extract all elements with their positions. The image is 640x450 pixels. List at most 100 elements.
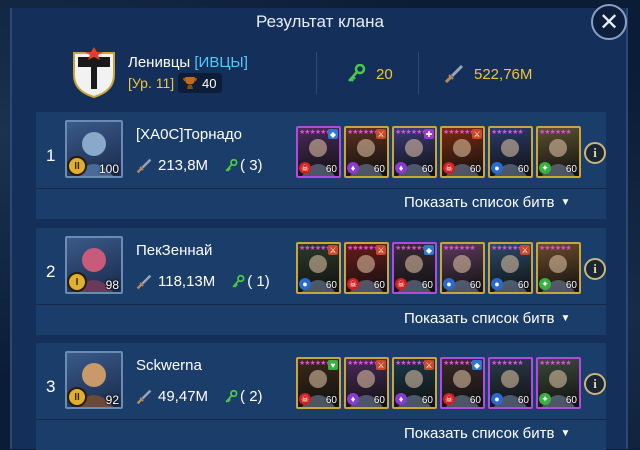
spirit-affinity-icon: ✦	[539, 162, 551, 174]
champion-card[interactable]: ★★★★★★ ● 60	[440, 242, 485, 294]
attack-role-icon: ⚔	[328, 245, 338, 255]
trophy-icon	[183, 77, 197, 89]
champion-card[interactable]: ★★★★★★ ◆ ☠ 60	[392, 242, 437, 294]
clan-tag: [ИВЦЫ]	[194, 54, 248, 71]
trophy-badge: 40	[178, 73, 223, 93]
player-name: Sckwerna	[136, 357, 202, 374]
champion-card[interactable]: ★★★★★★ ⚔ ● 60	[296, 242, 341, 294]
star-rating-icon: ★★★★★★	[443, 245, 476, 252]
star-rating-icon: ★★★★★★	[299, 129, 332, 136]
show-battles-button[interactable]: Показать список битв ▼	[404, 194, 570, 211]
show-battles-label: Показать список битв	[404, 194, 555, 211]
attack-role-icon: ⚔	[376, 360, 386, 370]
attack-role-icon: ⚔	[424, 360, 434, 370]
info-icon: i	[593, 145, 597, 160]
champion-card[interactable]: ★★★★★★ ◆ ☠ 60	[296, 126, 341, 178]
champion-card[interactable]: ★★★★★★ ✦ 60	[536, 357, 581, 409]
champion-card[interactable]: ★★★★★★ ⚔ ♦ 60	[344, 357, 389, 409]
player-name: [XA0C]Торнадо	[136, 126, 242, 143]
champion-level: 60	[325, 395, 337, 406]
champion-card[interactable]: ★★★★★★ ⚔ ☠ 60	[344, 242, 389, 294]
champion-level: 60	[517, 164, 529, 175]
player-keys: ( 1)	[221, 273, 270, 290]
champion-card[interactable]: ★★★★★★ ✦ 60	[536, 126, 581, 178]
champion-card[interactable]: ★★★★★★ ⚔ ♦ 60	[344, 126, 389, 178]
void-affinity-icon: ♦	[347, 162, 359, 174]
attack-role-icon: ⚔	[520, 245, 530, 255]
clan-level: [Ур. 11]	[128, 75, 175, 91]
key-icon	[225, 158, 238, 172]
info-button[interactable]: i	[584, 142, 606, 164]
star-rating-icon: ★★★★★★	[491, 245, 524, 252]
champion-team: ★★★★★★ ◆ ☠ 60 ★★★★★★ ⚔ ♦ 60 ★★★★★★ ✚ ♦ 6…	[296, 126, 581, 178]
champion-card[interactable]: ★★★★★★ ⚔ ♦ 60	[392, 357, 437, 409]
clan-summary: Ленивцы [ИВЦЫ] [Ур. 11] 40 20 522,76M	[60, 44, 612, 102]
champion-card[interactable]: ★★★★★★ ✚ ♦ 60	[392, 126, 437, 178]
force-affinity-icon: ☠	[443, 162, 455, 174]
champion-level: 60	[373, 164, 385, 175]
force-affinity-icon: ☠	[395, 278, 407, 290]
player-keys: ( 3)	[214, 157, 263, 174]
player-keys-value: ( 3)	[240, 157, 263, 174]
star-rating-icon: ★★★★★★	[443, 129, 476, 136]
sword-icon	[444, 64, 464, 84]
star-rating-icon: ★★★★★★	[395, 129, 428, 136]
star-rating-icon: ★★★★★★	[347, 129, 380, 136]
player-stats: 49,47M ( 2)	[136, 388, 263, 405]
hp-role-icon: ♥	[328, 360, 338, 370]
avatar-level: 92	[105, 393, 119, 407]
champion-level: 60	[469, 164, 481, 175]
star-rating-icon: ★★★★★★	[539, 129, 572, 136]
champion-card[interactable]: ★★★★★★ ◆ ☠ 60	[440, 357, 485, 409]
player-stats: 118,13M ( 1)	[136, 273, 270, 290]
star-rating-icon: ★★★★★★	[347, 245, 380, 252]
sword-icon	[136, 274, 152, 289]
player-avatar[interactable]: II 100	[65, 120, 123, 178]
magic-affinity-icon: ●	[299, 278, 311, 290]
star-rating-icon: ★★★★★★	[539, 360, 572, 367]
magic-affinity-icon: ●	[491, 393, 503, 405]
champion-card[interactable]: ★★★★★★ ✦ 60	[536, 242, 581, 294]
player-avatar[interactable]: I 98	[65, 236, 123, 294]
show-battles-button[interactable]: Показать список битв ▼	[404, 310, 570, 327]
spirit-affinity-icon: ✦	[539, 278, 551, 290]
show-battles-button[interactable]: Показать список битв ▼	[404, 425, 570, 442]
show-battles-label: Показать список битв	[404, 425, 555, 442]
player-damage: 118,13M	[158, 273, 216, 290]
info-button[interactable]: i	[584, 373, 606, 395]
close-icon: ✕	[598, 8, 620, 36]
clan-keys-value: 20	[376, 65, 393, 83]
void-affinity-icon: ♦	[395, 162, 407, 174]
champion-card[interactable]: ★★★★★★ ● 60	[488, 357, 533, 409]
info-icon: i	[593, 261, 597, 276]
divider	[316, 52, 317, 94]
defense-role-icon: ◆	[424, 245, 434, 255]
champion-level: 60	[565, 164, 577, 175]
defense-role-icon: ◆	[328, 129, 338, 139]
divider	[418, 52, 419, 94]
champion-card[interactable]: ★★★★★★ ⚔ ● 60	[488, 242, 533, 294]
champion-card[interactable]: ★★★★★★ ♥ ☠ 60	[296, 357, 341, 409]
star-rating-icon: ★★★★★★	[299, 360, 332, 367]
player-keys: ( 2)	[214, 388, 263, 405]
clan-damage-value: 522,76M	[474, 65, 533, 83]
void-affinity-icon: ♦	[395, 393, 407, 405]
none-role-icon	[568, 245, 578, 255]
star-rating-icon: ★★★★★★	[491, 129, 524, 136]
close-button[interactable]: ✕	[591, 4, 627, 40]
clan-emblem-icon[interactable]	[70, 47, 118, 99]
champion-card[interactable]: ★★★★★★ ⚔ ☠ 60	[440, 126, 485, 178]
player-rank: 3	[46, 377, 56, 396]
star-rating-icon: ★★★★★★	[395, 360, 428, 367]
info-button[interactable]: i	[584, 258, 606, 280]
info-icon: i	[593, 376, 597, 391]
player-damage: 213,8M	[158, 157, 209, 174]
player-avatar[interactable]: II 92	[65, 351, 123, 409]
star-rating-icon: ★★★★★★	[347, 360, 380, 367]
force-affinity-icon: ☠	[299, 393, 311, 405]
champion-card[interactable]: ★★★★★★ ● 60	[488, 126, 533, 178]
clan-name-text: Ленивцы	[128, 54, 191, 71]
champion-level: 60	[325, 164, 337, 175]
sword-icon	[136, 158, 152, 173]
champion-level: 60	[421, 280, 433, 291]
